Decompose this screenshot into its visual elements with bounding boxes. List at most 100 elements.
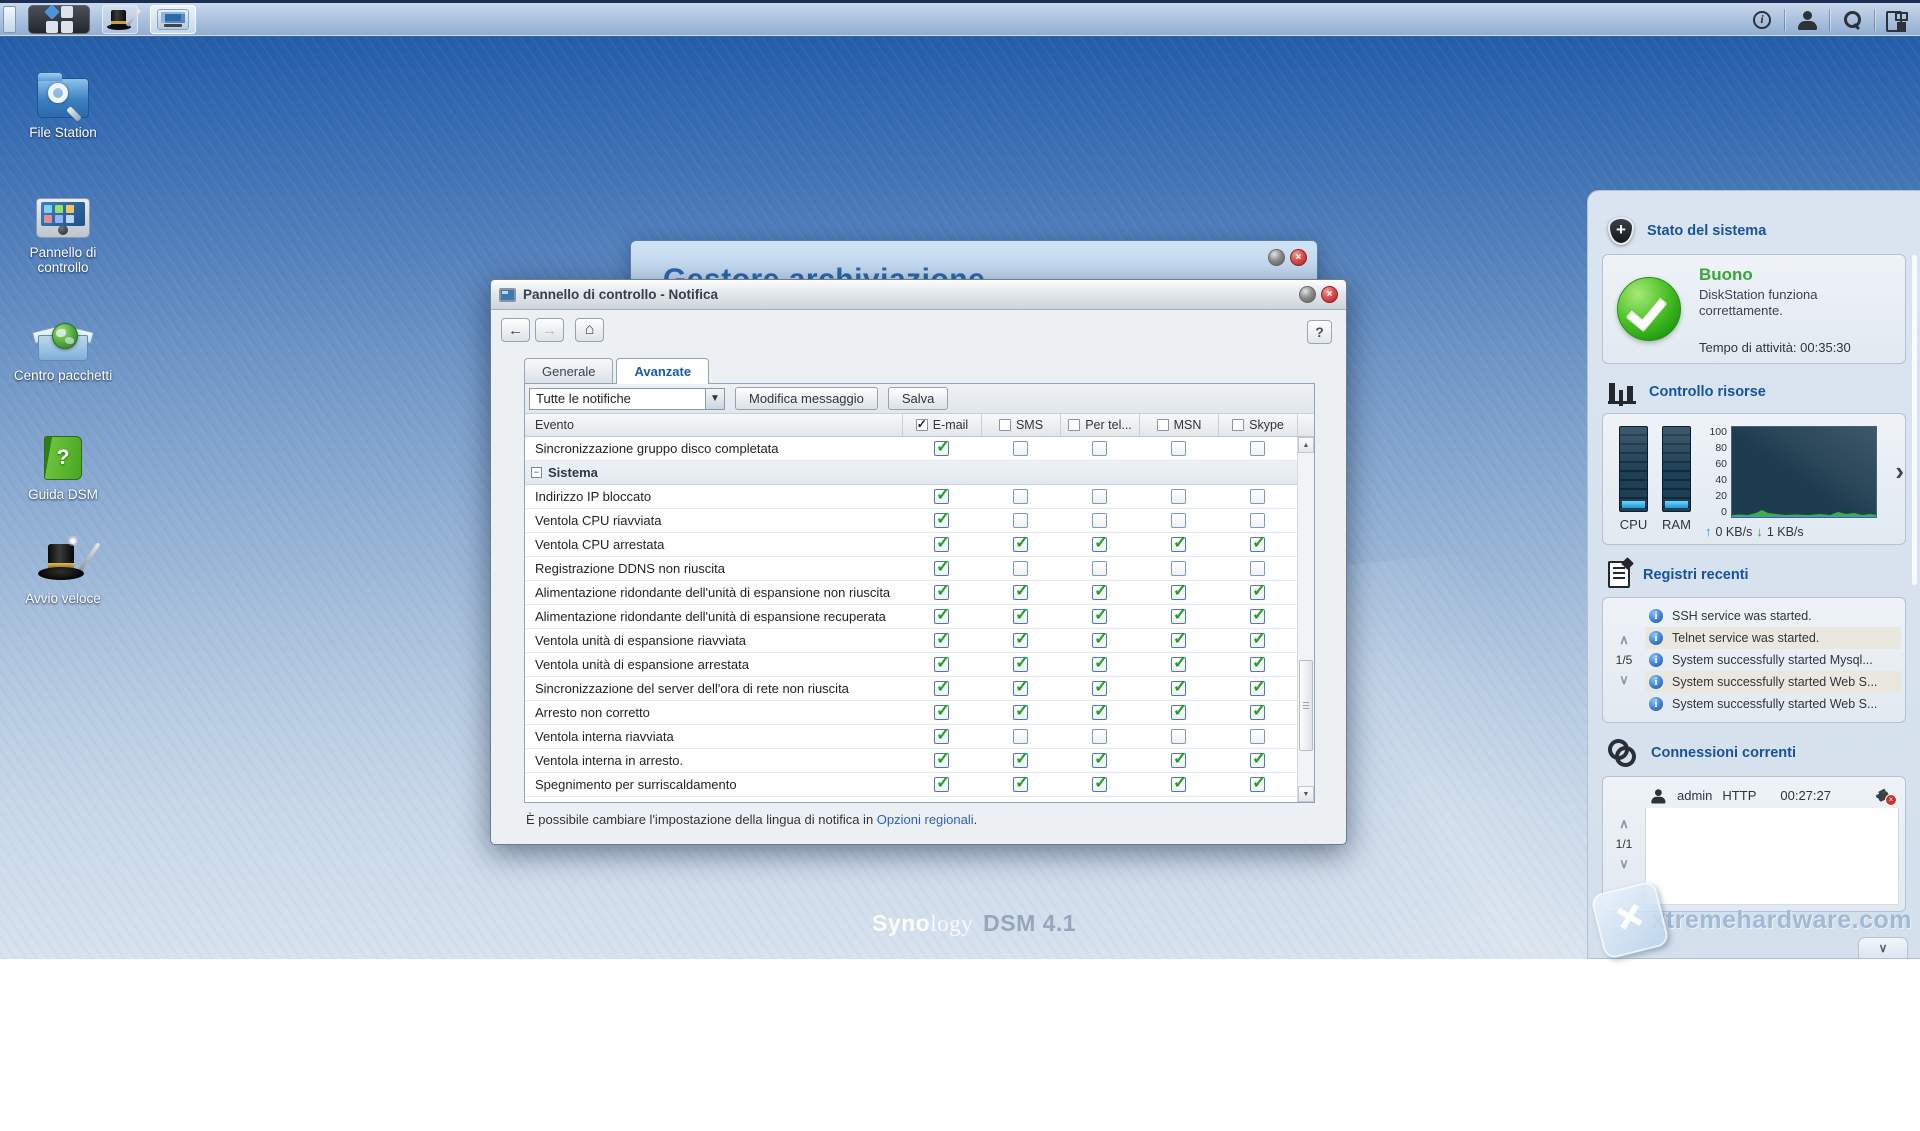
open-resource-monitor-chevron[interactable]: › xyxy=(1895,456,1904,487)
close-icon[interactable]: × xyxy=(1290,249,1307,266)
log-entry[interactable]: iSystem successfully started Mysql... xyxy=(1645,649,1901,671)
notification-checkbox[interactable] xyxy=(1171,489,1186,504)
notification-checkbox[interactable] xyxy=(1092,561,1107,576)
table-row[interactable]: Ventola CPU riavviata xyxy=(525,509,1297,533)
notification-checkbox[interactable] xyxy=(1013,681,1028,696)
forward-button[interactable]: → xyxy=(535,318,564,342)
user-menu-button[interactable] xyxy=(1794,7,1820,33)
notification-checkbox[interactable] xyxy=(1171,729,1186,744)
table-row[interactable]: Alimentazione ridondante dell'unità di e… xyxy=(525,605,1297,629)
table-row[interactable]: Ventola unità di espansione arrestata xyxy=(525,653,1297,677)
table-row[interactable]: Alimentazione ridondante dell'unità di e… xyxy=(525,581,1297,605)
notification-checkbox[interactable] xyxy=(1092,441,1107,456)
page-up-icon[interactable]: ∧ xyxy=(1619,819,1629,829)
notification-checkbox[interactable] xyxy=(1092,489,1107,504)
notification-checkbox[interactable] xyxy=(1250,609,1265,624)
notification-checkbox[interactable] xyxy=(1171,633,1186,648)
notification-checkbox[interactable] xyxy=(1013,441,1028,456)
scroll-up-icon[interactable]: ▲ xyxy=(1298,437,1314,453)
home-button[interactable]: ⌂ xyxy=(575,318,604,342)
notification-checkbox[interactable] xyxy=(1171,705,1186,720)
table-row[interactable]: Ventola unità di espansione riavviata xyxy=(525,629,1297,653)
notification-checkbox[interactable] xyxy=(1092,729,1107,744)
system-health-panel[interactable]: Buono DiskStation funziona correttamente… xyxy=(1602,254,1906,364)
notification-checkbox[interactable] xyxy=(934,441,949,456)
notification-checkbox[interactable] xyxy=(1092,585,1107,600)
resource-monitor-panel[interactable]: CPU RAM 100806040200 ↑ 0 KB/s ↓ 1 KB/s xyxy=(1602,413,1906,545)
scroll-down-icon[interactable]: ▼ xyxy=(1298,786,1314,802)
notification-checkbox[interactable] xyxy=(1092,513,1107,528)
page-down-icon[interactable]: ∨ xyxy=(1619,859,1629,869)
desktop-icon-dsm-help[interactable]: ? Guida DSM xyxy=(8,424,118,502)
page-down-icon[interactable]: ∨ xyxy=(1619,675,1629,685)
table-row[interactable]: Sincronizzazione del server dell'ora di … xyxy=(525,677,1297,701)
table-row[interactable]: Indirizzo IP bloccato xyxy=(525,485,1297,509)
tab-generale[interactable]: Generale xyxy=(524,358,613,383)
minimize-button[interactable] xyxy=(1268,249,1285,266)
pilot-info-button[interactable]: i xyxy=(1749,7,1775,33)
log-entry[interactable]: iSystem successfully started Web S... xyxy=(1645,671,1901,693)
notification-checkbox[interactable] xyxy=(1250,561,1265,576)
notification-checkbox[interactable] xyxy=(1171,537,1186,552)
notification-checkbox[interactable] xyxy=(1250,729,1265,744)
desktop-icon-control-panel[interactable]: Pannello di controllo xyxy=(8,182,118,275)
notification-checkbox[interactable] xyxy=(1013,753,1028,768)
notification-checkbox[interactable] xyxy=(1171,681,1186,696)
close-icon[interactable]: × xyxy=(1321,286,1338,303)
column-checkbox[interactable] xyxy=(1232,419,1244,431)
widgets-button[interactable] xyxy=(1884,7,1910,33)
notification-checkbox[interactable] xyxy=(1250,537,1265,552)
notification-checkbox[interactable] xyxy=(934,609,949,624)
log-entry[interactable]: iTelnet service was started. xyxy=(1645,627,1901,649)
sidebar-collapse-button[interactable]: ∨ xyxy=(1858,937,1908,958)
scrollbar-thumb[interactable] xyxy=(1299,660,1313,751)
sidebar-scrollbar[interactable] xyxy=(1912,255,1917,585)
desktop-icon-package-center[interactable]: Centro pacchetti xyxy=(8,305,118,383)
notification-checkbox[interactable] xyxy=(1013,585,1028,600)
notification-checkbox[interactable] xyxy=(934,705,949,720)
notification-checkbox[interactable] xyxy=(1013,537,1028,552)
notification-checkbox[interactable] xyxy=(1013,777,1028,792)
notification-checkbox[interactable] xyxy=(1250,753,1265,768)
show-desktop-button[interactable] xyxy=(3,6,16,33)
notification-checkbox[interactable] xyxy=(1171,561,1186,576)
notification-checkbox[interactable] xyxy=(1250,657,1265,672)
table-row[interactable]: Registrazione DDNS non riuscita xyxy=(525,557,1297,581)
notification-checkbox[interactable] xyxy=(1171,609,1186,624)
notification-checkbox[interactable] xyxy=(1250,681,1265,696)
notification-checkbox[interactable] xyxy=(934,537,949,552)
connection-row[interactable]: admin HTTP 00:27:27 xyxy=(1645,783,1899,808)
notification-checkbox[interactable] xyxy=(1092,537,1107,552)
table-scrollbar[interactable]: ▲ ▼ xyxy=(1297,437,1314,802)
notification-filter-select[interactable]: Tutte le notifiche ▼ xyxy=(529,388,725,410)
notification-checkbox[interactable] xyxy=(1092,657,1107,672)
notification-checkbox[interactable] xyxy=(934,513,949,528)
column-header-email[interactable]: E-mail xyxy=(902,414,981,436)
column-header-sms[interactable]: SMS xyxy=(981,414,1060,436)
column-checkbox[interactable] xyxy=(1157,419,1169,431)
notification-checkbox[interactable] xyxy=(1092,777,1107,792)
notification-checkbox[interactable] xyxy=(1250,705,1265,720)
main-menu-button[interactable] xyxy=(28,5,90,34)
edit-message-button[interactable]: Modifica messaggio xyxy=(735,387,878,410)
disconnect-icon[interactable] xyxy=(1877,789,1895,803)
notification-checkbox[interactable] xyxy=(1250,585,1265,600)
column-header-msn[interactable]: MSN xyxy=(1139,414,1218,436)
notification-checkbox[interactable] xyxy=(1250,633,1265,648)
regional-options-link[interactable]: Opzioni regionali xyxy=(877,812,974,827)
table-row[interactable]: Sincronizzazione gruppo disco completata xyxy=(525,437,1297,461)
back-button[interactable]: ← xyxy=(501,318,530,342)
table-row[interactable]: Ventola interna riavviata xyxy=(525,725,1297,749)
column-header-per-tel[interactable]: Per tel... xyxy=(1060,414,1139,436)
table-row[interactable]: Ventola interna in arresto. xyxy=(525,749,1297,773)
notification-checkbox[interactable] xyxy=(934,585,949,600)
column-checkbox[interactable] xyxy=(916,419,928,431)
column-checkbox[interactable] xyxy=(1068,419,1080,431)
notification-checkbox[interactable] xyxy=(1250,441,1265,456)
notification-checkbox[interactable] xyxy=(1250,489,1265,504)
notification-checkbox[interactable] xyxy=(1250,513,1265,528)
notification-checkbox[interactable] xyxy=(1092,633,1107,648)
help-button[interactable]: ? xyxy=(1307,320,1332,344)
column-header-skype[interactable]: Skype xyxy=(1218,414,1297,436)
notification-checkbox[interactable] xyxy=(934,561,949,576)
